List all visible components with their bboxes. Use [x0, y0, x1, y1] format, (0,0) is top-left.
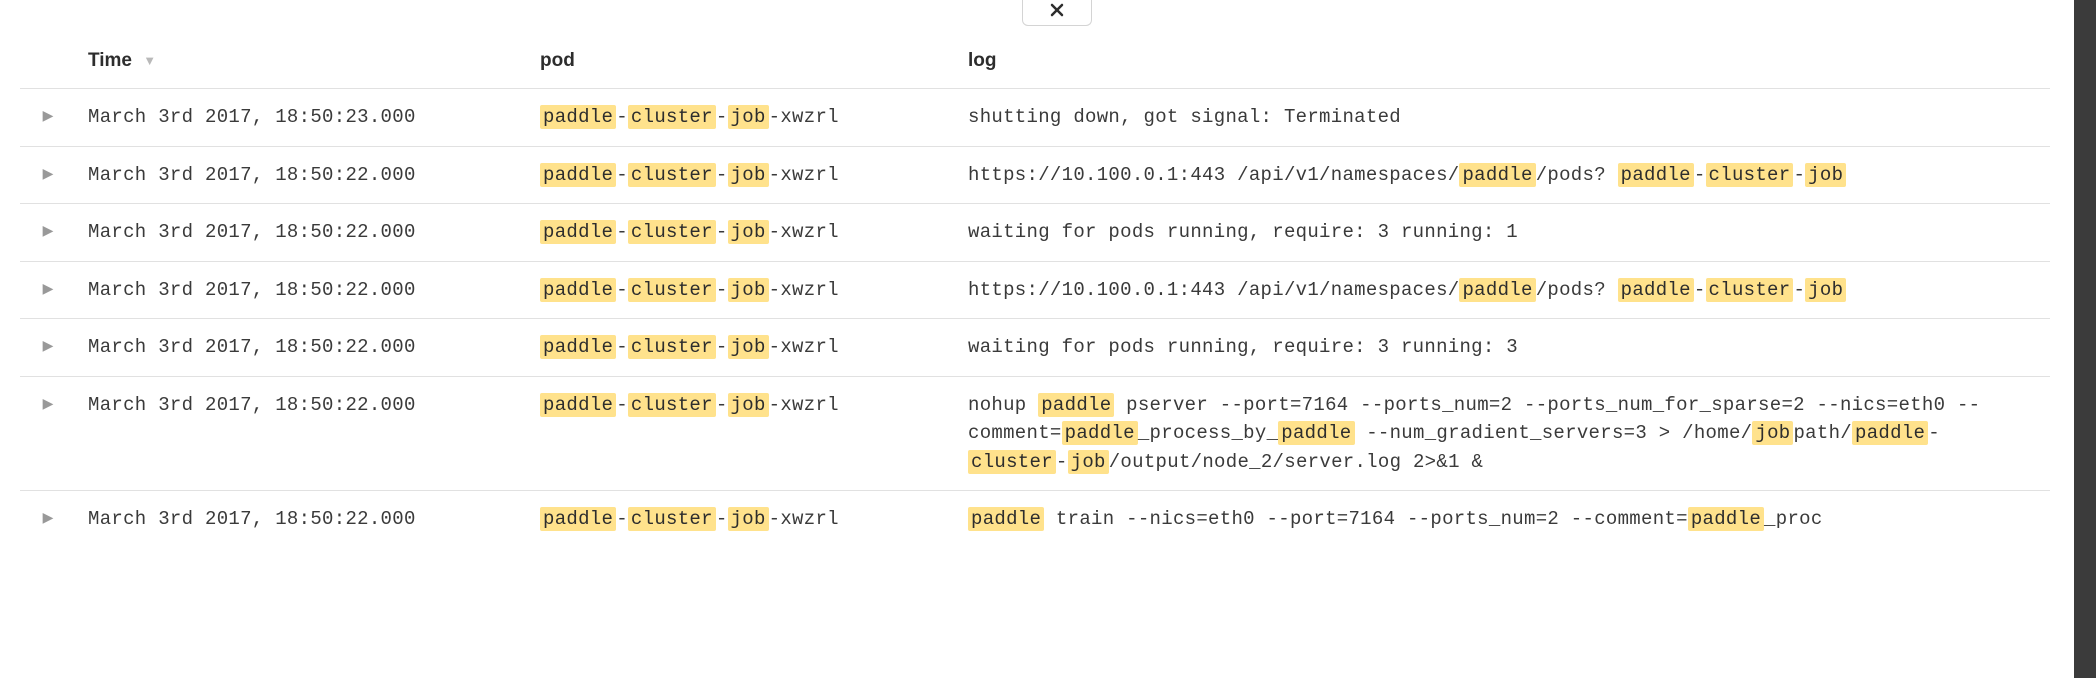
caret-right-icon: ▶ — [43, 280, 54, 296]
cell-pod: paddle-cluster-job-xwzrl — [528, 146, 956, 204]
cell-pod: paddle-cluster-job-xwzrl — [528, 491, 956, 548]
close-icon — [1047, 0, 1067, 25]
caret-right-icon: ▶ — [43, 509, 54, 525]
column-header-pod[interactable]: pod — [528, 40, 956, 89]
cell-pod: paddle-cluster-job-xwzrl — [528, 204, 956, 262]
cell-time: March 3rd 2017, 18:50:23.000 — [76, 89, 528, 147]
cell-log: nohup paddle pserver --port=7164 --ports… — [956, 376, 2050, 491]
cell-pod: paddle-cluster-job-xwzrl — [528, 89, 956, 147]
caret-right-icon: ▶ — [43, 165, 54, 181]
cell-log: https://10.100.0.1:443 /api/v1/namespace… — [956, 146, 2050, 204]
cell-time: March 3rd 2017, 18:50:22.000 — [76, 146, 528, 204]
table-row: ▶ March 3rd 2017, 18:50:23.000paddle-clus… — [20, 89, 2050, 147]
log-table: Time ▼ pod log ▶ March 3rd 2017, 18:50:23… — [20, 40, 2050, 548]
table-row: ▶ March 3rd 2017, 18:50:22.000paddle-clus… — [20, 261, 2050, 319]
column-header-log[interactable]: log — [956, 40, 2050, 89]
cell-log: waiting for pods running, require: 3 run… — [956, 319, 2050, 377]
header-label: Time — [88, 50, 132, 71]
cell-pod: paddle-cluster-job-xwzrl — [528, 261, 956, 319]
cell-log: shutting down, got signal: Terminated — [956, 89, 2050, 147]
table-row: ▶ March 3rd 2017, 18:50:22.000paddle-clus… — [20, 146, 2050, 204]
cell-log: waiting for pods running, require: 3 run… — [956, 204, 2050, 262]
cell-time: March 3rd 2017, 18:50:22.000 — [76, 204, 528, 262]
header-label: log — [968, 50, 997, 71]
header-label: pod — [540, 50, 575, 71]
vertical-scrollbar[interactable] — [2074, 0, 2096, 678]
expand-row-toggle[interactable]: ▶ — [20, 491, 76, 548]
close-button[interactable] — [1022, 0, 1092, 26]
table-row: ▶ March 3rd 2017, 18:50:22.000paddle-clus… — [20, 491, 2050, 548]
table-row: ▶ March 3rd 2017, 18:50:22.000paddle-clus… — [20, 204, 2050, 262]
expand-row-toggle[interactable]: ▶ — [20, 204, 76, 262]
column-header-time[interactable]: Time ▼ — [76, 40, 528, 89]
log-table-container: Time ▼ pod log ▶ March 3rd 2017, 18:50:23… — [0, 0, 2070, 548]
cell-time: March 3rd 2017, 18:50:22.000 — [76, 491, 528, 548]
sort-desc-icon: ▼ — [143, 53, 156, 68]
expand-row-toggle[interactable]: ▶ — [20, 146, 76, 204]
cell-pod: paddle-cluster-job-xwzrl — [528, 319, 956, 377]
table-row: ▶ March 3rd 2017, 18:50:22.000paddle-clus… — [20, 376, 2050, 491]
cell-log: https://10.100.0.1:443 /api/v1/namespace… — [956, 261, 2050, 319]
expand-row-toggle[interactable]: ▶ — [20, 89, 76, 147]
table-row: ▶ March 3rd 2017, 18:50:22.000paddle-clus… — [20, 319, 2050, 377]
cell-time: March 3rd 2017, 18:50:22.000 — [76, 319, 528, 377]
cell-pod: paddle-cluster-job-xwzrl — [528, 376, 956, 491]
cell-time: March 3rd 2017, 18:50:22.000 — [76, 376, 528, 491]
cell-time: March 3rd 2017, 18:50:22.000 — [76, 261, 528, 319]
expand-row-toggle[interactable]: ▶ — [20, 261, 76, 319]
caret-right-icon: ▶ — [43, 107, 54, 123]
expand-row-toggle[interactable]: ▶ — [20, 376, 76, 491]
caret-right-icon: ▶ — [43, 395, 54, 411]
cell-log: paddle train --nics=eth0 --port=7164 --p… — [956, 491, 2050, 548]
caret-right-icon: ▶ — [43, 222, 54, 238]
caret-right-icon: ▶ — [43, 337, 54, 353]
expand-row-toggle[interactable]: ▶ — [20, 319, 76, 377]
